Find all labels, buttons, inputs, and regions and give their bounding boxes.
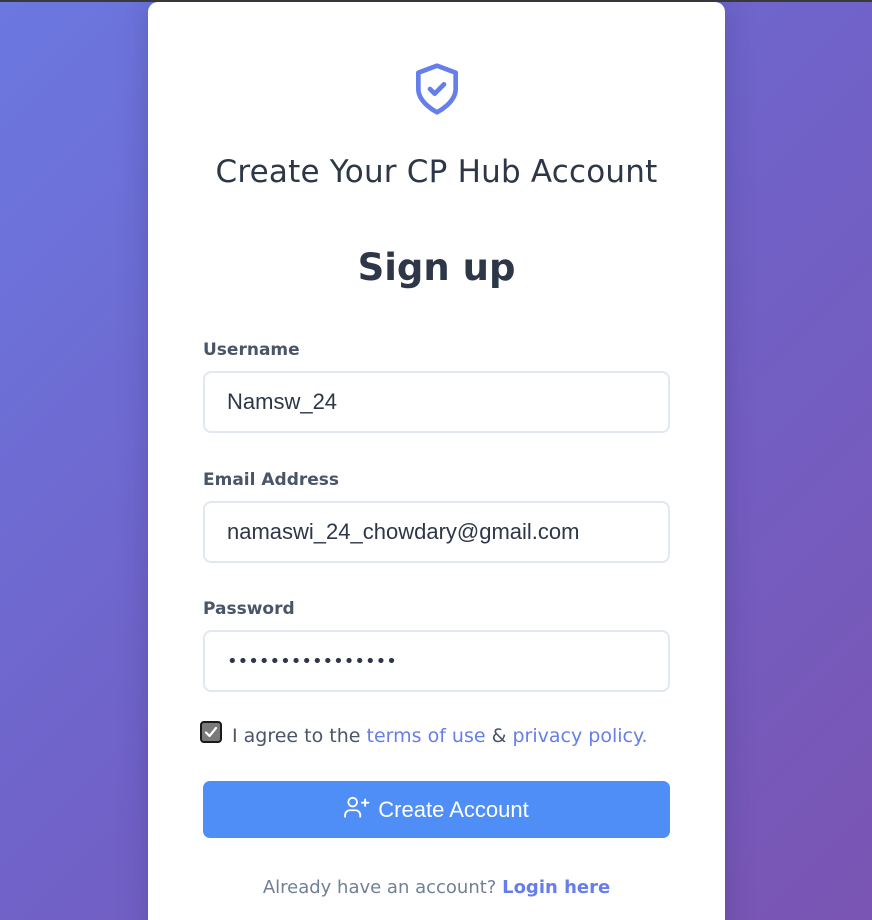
username-label: Username [203, 340, 300, 360]
agree-prefix: I agree to the [232, 725, 361, 747]
form-heading: Sign up [357, 246, 516, 289]
user-plus-icon [344, 796, 370, 818]
create-account-label: Create Account [378, 796, 529, 822]
agree-suffix: . [641, 725, 648, 747]
login-prompt: Already have an account? Login here [148, 877, 725, 898]
email-label: Email Address [203, 470, 340, 490]
terms-of-use-link[interactable]: terms of use [367, 725, 486, 747]
password-input[interactable] [203, 630, 670, 692]
login-link[interactable]: Login here [502, 877, 610, 898]
login-prompt-text: Already have an account? [262, 877, 497, 898]
agree-text: I agree to the terms of use & privacy po… [232, 725, 648, 747]
signup-card: Create Your CP Hub Account Sign up Usern… [148, 2, 725, 920]
password-label: Password [203, 599, 295, 619]
email-input[interactable] [203, 501, 670, 563]
username-input[interactable] [203, 371, 670, 433]
checkmark-icon [204, 726, 218, 738]
create-account-button[interactable]: Create Account [203, 781, 670, 838]
privacy-policy-link[interactable]: privacy policy [512, 725, 641, 747]
agree-and: & [491, 725, 507, 747]
shield-check-icon [416, 63, 458, 115]
app-title: Create Your CP Hub Account [215, 154, 658, 190]
agree-checkbox[interactable] [200, 721, 222, 743]
